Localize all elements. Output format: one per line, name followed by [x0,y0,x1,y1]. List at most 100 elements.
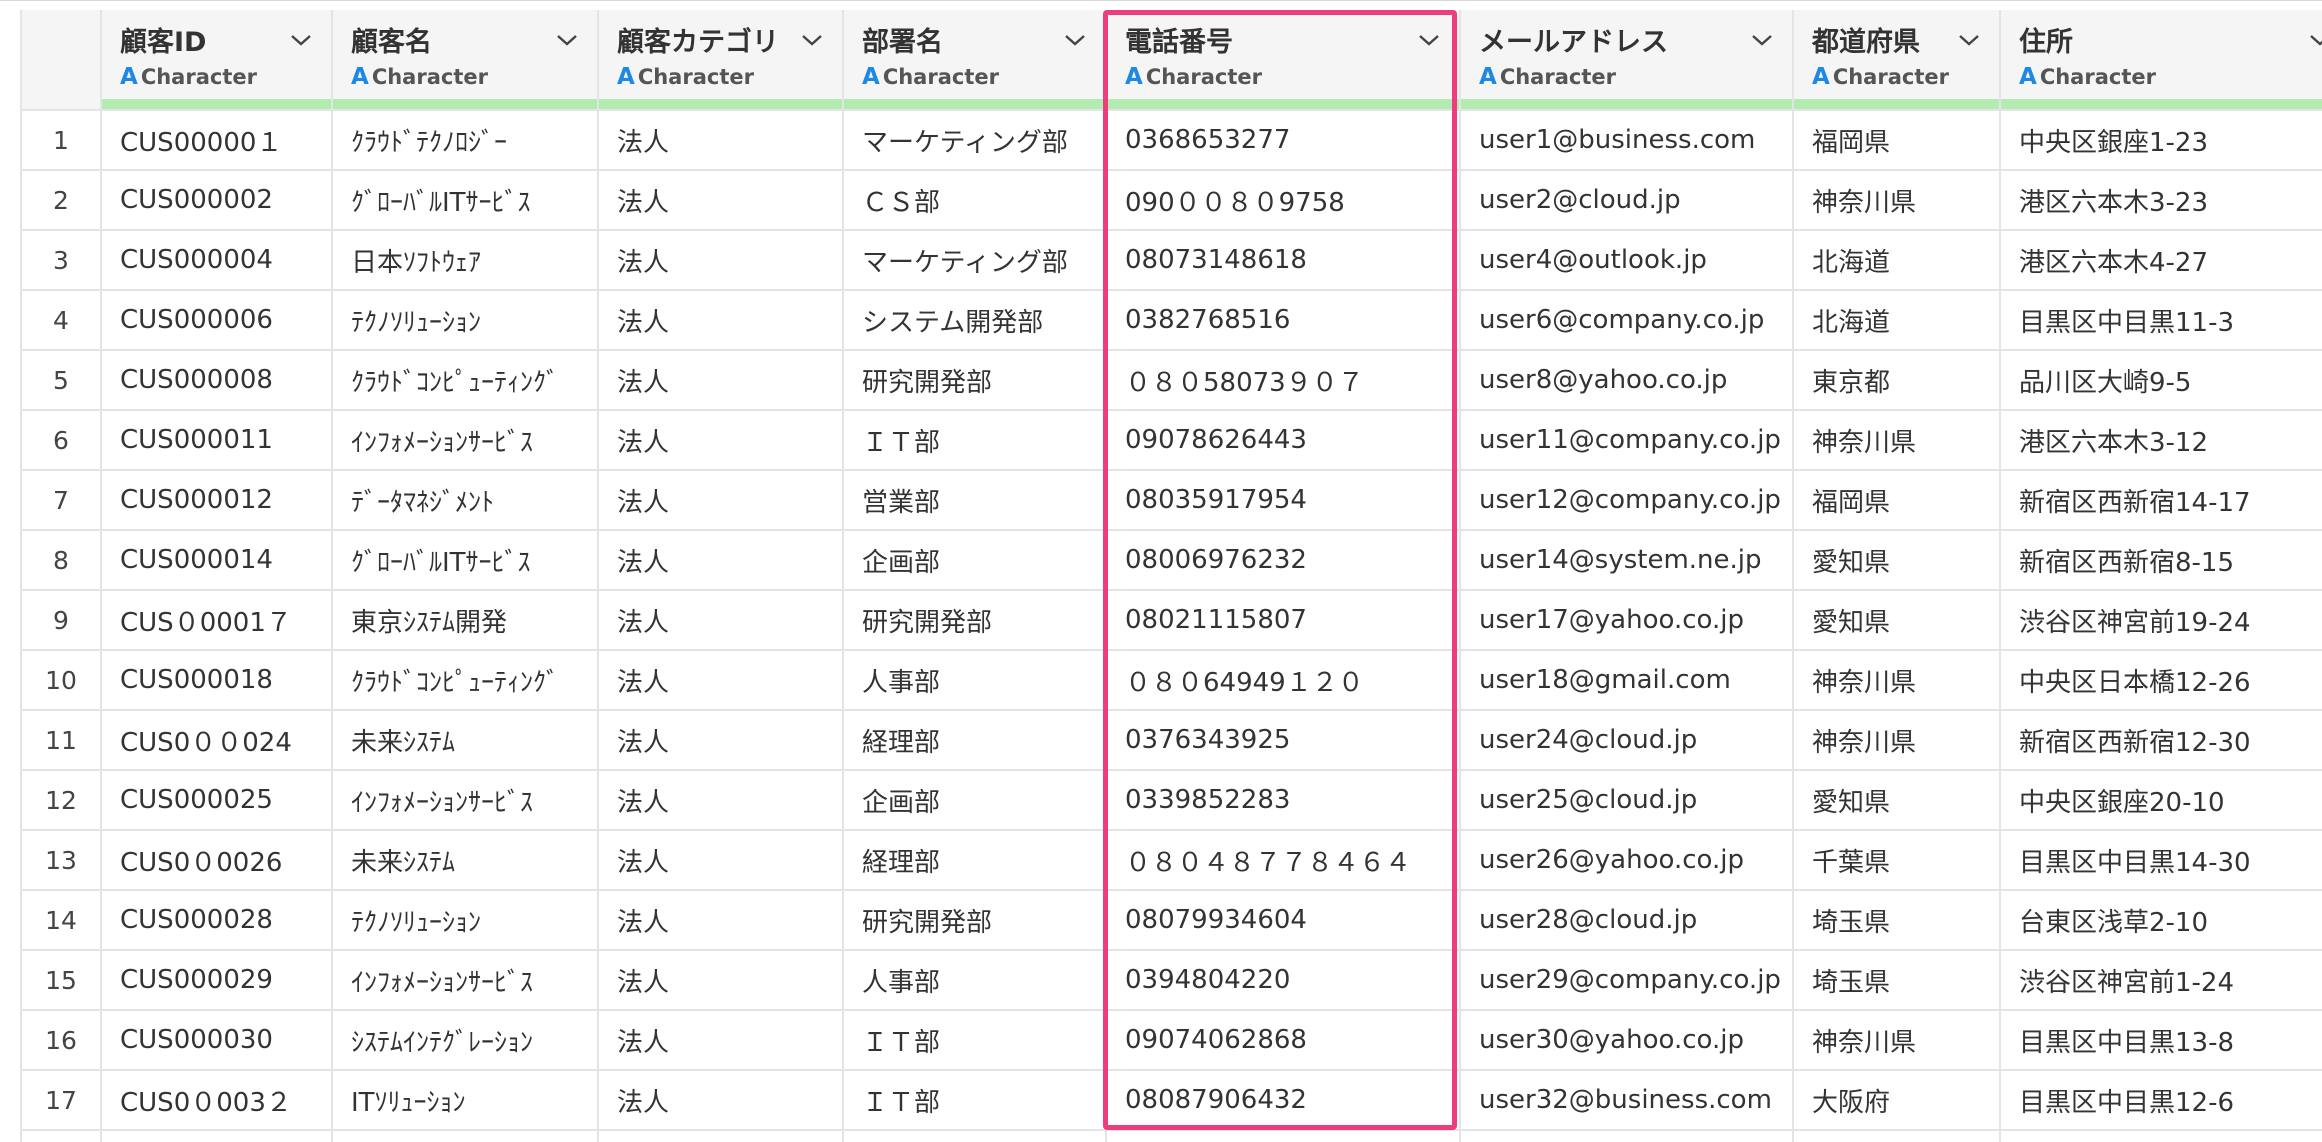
table-cell[interactable]: 福岡県 [1793,110,2001,171]
table-cell[interactable]: 法人 [598,410,844,471]
table-cell[interactable]: ０８０４８７７８４６４ [1106,830,1461,891]
table-cell[interactable]: 09074062868 [1106,1010,1461,1071]
table-cell[interactable]: user26@yahoo.co.jp [1460,830,1794,891]
table-row[interactable]: 15 CUS000029 ｲﾝﾌｫﾒｰｼｮﾝｻｰﾋﾞｽ 法人 人事部 0394804220… [20,950,2322,1011]
table-cell[interactable]: 中央区銀座1-23 [2000,110,2322,171]
table-cell[interactable]: 0368653277 [1106,110,1461,171]
table-cell[interactable]: 福岡県 [1793,470,2001,531]
table-cell[interactable]: 未来ｼｽﾃﾑ [332,830,599,891]
table-cell[interactable]: 東京都 [1793,350,2001,411]
table-row[interactable]: 7 CUS000012 ﾃﾞｰﾀﾏﾈｼﾞﾒﾝﾄ 法人 営業部 08035917954 use… [20,470,2322,531]
table-cell[interactable]: ﾃｸﾉｿﾘｭｰｼｮﾝ [332,290,599,351]
table-cell[interactable]: 神奈川県 [1793,170,2001,231]
column-header[interactable]: 電話番号 A Character [1106,10,1461,111]
table-cell[interactable]: 未来ｼｽﾃﾑ [332,710,599,771]
table-row[interactable]: 9 CUS０0001７ 東京ｼｽﾃﾑ開発 法人 研究開発部 08021115807 user… [20,590,2322,651]
table-cell[interactable]: ｲﾝﾌｫﾒｰｼｮﾝｻｰﾋﾞｽ [332,770,599,831]
table-row[interactable]: 3 CUS000004 日本ｿﾌﾄｳｪｱ 法人 マーケティング部 08073148618 u… [20,230,2322,291]
table-row[interactable]: 1 CUS00000１ ｸﾗｳﾄﾞﾃｸﾉﾛｼﾞｰ 法人 マーケティング部 03686532… [20,110,2322,171]
chevron-down-icon[interactable] [2308,32,2322,48]
table-cell[interactable]: 法人 [598,770,844,831]
table-cell[interactable]: 目黒区中目黒12-6 [2000,1070,2322,1131]
table-cell[interactable]: 0339852283 [1106,770,1461,831]
table-cell[interactable]: 中央区銀座20-10 [2000,770,2322,831]
table-cell[interactable]: ＩＴ部 [843,410,1107,471]
table-cell[interactable]: ＩＴ部 [843,1070,1107,1131]
table-cell[interactable]: ITｿﾘｭｰｼｮﾝ [332,1070,599,1131]
table-cell[interactable]: CUS000018 [101,650,333,711]
table-cell[interactable]: 中央区日本橋12-26 [2000,650,2322,711]
table-cell[interactable]: 新宿区西新宿8-15 [2000,530,2322,591]
table-cell[interactable]: user2@cloud.jp [1460,170,1794,231]
table-cell[interactable]: 新宿区西新宿14-17 [2000,470,2322,531]
table-row[interactable]: 2 CUS000002 ｸﾞﾛｰﾊﾞﾙITｻｰﾋﾞｽ 法人 ＣＳ部 090００８０9758… [20,170,2322,231]
table-cell[interactable]: 東京ｼｽﾃﾑ開発 [332,590,599,651]
table-cell[interactable]: 法人 [598,290,844,351]
table-cell[interactable]: 08035917954 [1106,470,1461,531]
table-cell[interactable]: 研究開発部 [843,890,1107,951]
table-cell[interactable]: 08079934604 [1106,890,1461,951]
column-header[interactable]: メールアドレス A Character [1460,10,1794,111]
table-cell[interactable]: user12@company.co.jp [1460,470,1794,531]
table-cell[interactable]: 北海道 [1793,230,2001,291]
table-cell[interactable]: CUS000004 [101,230,333,291]
chevron-down-icon[interactable] [1063,32,1087,48]
table-cell[interactable]: 法人 [598,350,844,411]
table-cell[interactable]: 神奈川県 [1793,1010,2001,1071]
table-cell[interactable]: CUS000012 [101,470,333,531]
table-cell[interactable]: 愛知県 [1793,770,2001,831]
table-cell[interactable]: ｸﾗｳﾄﾞﾃｸﾉﾛｼﾞｰ [332,110,599,171]
table-cell[interactable]: 神奈川県 [1793,710,2001,771]
chevron-down-icon[interactable] [1417,32,1441,48]
table-cell[interactable]: ｸﾞﾛｰﾊﾞﾙITｻｰﾋﾞｽ [332,170,599,231]
table-cell[interactable]: 08073148618 [1106,230,1461,291]
table-cell[interactable]: 経理部 [843,710,1107,771]
table-cell[interactable]: ＩＴ部 [843,1010,1107,1071]
table-cell[interactable]: 目黒区中目黒13-8 [2000,1010,2322,1071]
chevron-down-icon[interactable] [289,32,313,48]
table-cell[interactable]: 神奈川県 [1793,410,2001,471]
table-cell[interactable]: ０８０64949１２０ [1106,650,1461,711]
table-cell[interactable]: user8@yahoo.co.jp [1460,350,1794,411]
table-cell[interactable]: 営業部 [843,470,1107,531]
table-cell[interactable]: 経理部 [843,830,1107,891]
table-cell[interactable]: 0376343925 [1106,710,1461,771]
table-row[interactable]: 11 CUS0００024 未来ｼｽﾃﾑ 法人 経理部 0376343925 user24@c… [20,710,2322,771]
table-cell[interactable]: CUS000030 [101,1010,333,1071]
table-cell[interactable]: 港区六本木4-27 [2000,230,2322,291]
table-cell[interactable]: 渋谷区神宮前19-24 [2000,590,2322,651]
table-cell[interactable]: ｸﾗｳﾄﾞｺﾝﾋﾟｭｰﾃｨﾝｸﾞ [332,650,599,711]
table-cell[interactable]: user28@cloud.jp [1460,890,1794,951]
table-cell[interactable]: 埼玉県 [1793,890,2001,951]
table-cell[interactable]: 法人 [598,1070,844,1131]
table-cell[interactable]: ｼｽﾃﾑｲﾝﾃｸﾞﾚｰｼｮﾝ [332,1010,599,1071]
table-cell[interactable]: CUS0０0026 [101,830,333,891]
table-cell[interactable]: 人事部 [843,950,1107,1011]
table-cell[interactable]: user32@business.com [1460,1070,1794,1131]
table-cell[interactable]: 千葉県 [1793,830,2001,891]
table-cell[interactable]: user11@company.co.jp [1460,410,1794,471]
column-header[interactable]: 都道府県 A Character [1793,10,2001,111]
table-cell[interactable]: 愛知県 [1793,530,2001,591]
table-row[interactable]: 10 CUS000018 ｸﾗｳﾄﾞｺﾝﾋﾟｭｰﾃｨﾝｸﾞ 法人 人事部 ０８０64949… [20,650,2322,711]
table-cell[interactable]: 神奈川県 [1793,650,2001,711]
table-cell[interactable]: 法人 [598,650,844,711]
table-cell[interactable]: 法人 [598,890,844,951]
table-cell[interactable]: ＣＳ部 [843,170,1107,231]
table-cell[interactable]: 愛知県 [1793,590,2001,651]
table-cell[interactable]: user24@cloud.jp [1460,710,1794,771]
table-cell[interactable]: CUS000029 [101,950,333,1011]
table-cell[interactable]: ｸﾗｳﾄﾞｺﾝﾋﾟｭｰﾃｨﾝｸﾞ [332,350,599,411]
column-header[interactable]: 部署名 A Character [843,10,1107,111]
table-row[interactable]: 5 CUS000008 ｸﾗｳﾄﾞｺﾝﾋﾟｭｰﾃｨﾝｸﾞ 法人 研究開発部 ０８０5807… [20,350,2322,411]
table-cell[interactable]: CUS00000１ [101,110,333,171]
table-cell[interactable]: 台東区浅草2-10 [2000,890,2322,951]
table-cell[interactable]: 日本ｿﾌﾄｳｪｱ [332,230,599,291]
table-cell[interactable]: システム開発部 [843,290,1107,351]
table-cell[interactable]: CUS000011 [101,410,333,471]
table-cell[interactable]: ｸﾞﾛｰﾊﾞﾙITｻｰﾋﾞｽ [332,530,599,591]
table-row[interactable]: 4 CUS000006 ﾃｸﾉｿﾘｭｰｼｮﾝ 法人 システム開発部 0382768516 u… [20,290,2322,351]
table-cell[interactable]: ﾃｸﾉｿﾘｭｰｼｮﾝ [332,890,599,951]
table-cell[interactable]: 港区六本木3-23 [2000,170,2322,231]
chevron-down-icon[interactable] [555,32,579,48]
